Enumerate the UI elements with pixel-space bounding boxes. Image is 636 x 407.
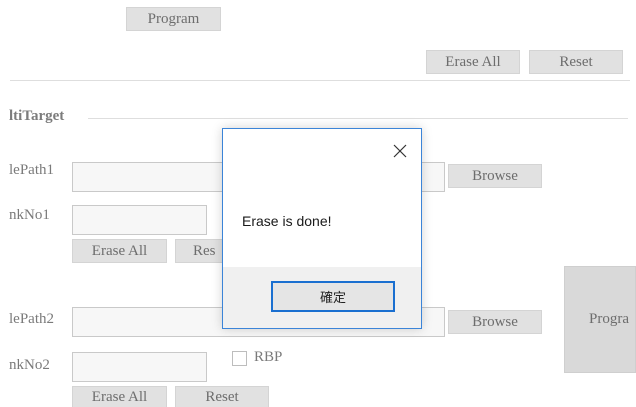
ok-button[interactable]: 確定 <box>271 281 395 312</box>
bank-no-2-label: nkNo2 <box>9 357 50 373</box>
reset-button[interactable]: Reset <box>529 50 623 74</box>
group-title: ltiTarget <box>9 108 65 124</box>
file-path-1-label: lePath1 <box>9 162 54 178</box>
message-dialog: Erase is done! 確定 <box>222 128 422 329</box>
erase-all-button[interactable]: Erase All <box>426 50 520 74</box>
separator-line <box>10 80 630 81</box>
bank-no-1-input[interactable] <box>72 205 207 235</box>
program-big-button[interactable]: Progra <box>564 266 636 373</box>
dialog-message: Erase is done! <box>242 213 332 229</box>
close-icon[interactable] <box>387 141 413 163</box>
file-path-2-label: lePath2 <box>9 311 54 327</box>
dialog-footer: 確定 <box>223 267 421 328</box>
erase-all-1-button[interactable]: Erase All <box>72 239 167 263</box>
bank-no-1-label: nkNo1 <box>9 207 50 223</box>
program-button[interactable]: Program <box>126 7 221 31</box>
browse-1-button[interactable]: Browse <box>448 164 542 188</box>
erase-all-2-button[interactable]: Erase All <box>72 386 167 407</box>
rbp-label: RBP <box>254 349 283 365</box>
rbp-checkbox[interactable] <box>232 351 247 366</box>
reset-2-button[interactable]: Reset <box>175 386 269 407</box>
browse-2-button[interactable]: Browse <box>448 310 542 334</box>
group-border-line <box>88 118 628 119</box>
bank-no-2-input[interactable] <box>72 352 207 382</box>
